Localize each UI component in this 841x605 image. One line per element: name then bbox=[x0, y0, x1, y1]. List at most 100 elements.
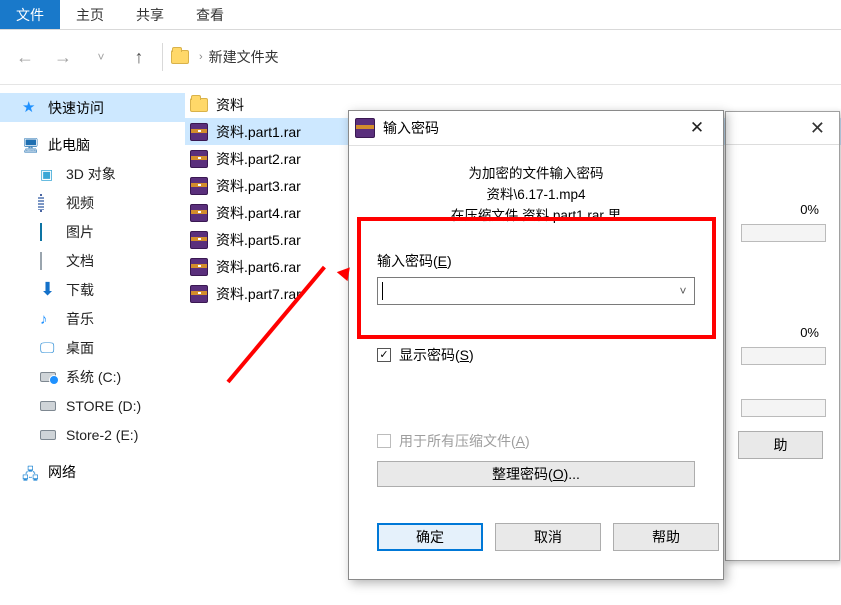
progress-bar-1 bbox=[741, 224, 826, 242]
show-password-checkbox[interactable]: ✓ 显示密码(S) bbox=[363, 345, 709, 365]
sidebar-item-documents[interactable]: 文档 bbox=[0, 246, 185, 275]
sidebar-item-label: 此电脑 bbox=[48, 135, 90, 155]
help-button[interactable]: 帮助 bbox=[613, 523, 719, 551]
winrar-icon bbox=[355, 118, 375, 138]
sidebar-nav: ★ 快速访问 🖥 此电脑 ▣ 3D 对象 视频 图片 文档 ⬇ 下载 ♪ bbox=[0, 85, 185, 605]
file-name: 资料.part2.rar bbox=[216, 149, 301, 169]
progress-percent-2: 0% bbox=[800, 325, 819, 340]
file-name: 资料.part4.rar bbox=[216, 203, 301, 223]
checkbox-icon bbox=[377, 434, 391, 448]
ok-button[interactable]: 确定 bbox=[377, 523, 483, 551]
sidebar-item-3dobjects[interactable]: ▣ 3D 对象 bbox=[0, 159, 185, 188]
sidebar-item-label: 下载 bbox=[66, 280, 94, 300]
sidebar-item-music[interactable]: ♪ 音乐 bbox=[0, 304, 185, 333]
star-icon: ★ bbox=[22, 100, 38, 116]
ribbon-tab-view[interactable]: 查看 bbox=[180, 0, 240, 29]
cube-icon: ▣ bbox=[40, 166, 56, 182]
sidebar-item-label: 3D 对象 bbox=[66, 164, 116, 184]
address-path[interactable]: › 新建文件夹 bbox=[171, 47, 279, 67]
organize-passwords-button[interactable]: 整理密码(O)... bbox=[377, 461, 695, 487]
address-bar: ← → ˅ ↑ › 新建文件夹 bbox=[0, 30, 841, 85]
sidebar-item-label: 音乐 bbox=[66, 309, 94, 329]
file-name: 资料.part7.rar bbox=[216, 284, 301, 304]
sidebar-item-label: 网络 bbox=[48, 462, 76, 482]
sidebar-item-drive-e[interactable]: Store-2 (E:) bbox=[0, 420, 185, 449]
folder-icon bbox=[190, 98, 208, 112]
file-name: 资料.part1.rar bbox=[216, 122, 301, 142]
cancel-button[interactable]: 取消 bbox=[495, 523, 601, 551]
archive-icon bbox=[190, 204, 208, 222]
picture-icon bbox=[40, 223, 42, 241]
music-icon: ♪ bbox=[40, 311, 56, 327]
progress-field bbox=[741, 399, 826, 417]
password-dialog: 输入密码 ✕ 为加密的文件输入密码 资料\6.17-1.mp4 在压缩文件 资料… bbox=[348, 110, 724, 580]
bg-help-button[interactable]: 助 bbox=[738, 431, 823, 459]
sidebar-item-pictures[interactable]: 图片 bbox=[0, 217, 185, 246]
dialog-titlebar: 输入密码 ✕ bbox=[349, 111, 723, 146]
checkbox-icon: ✓ bbox=[377, 348, 391, 362]
nav-back-icon[interactable]: ← bbox=[10, 47, 40, 68]
ribbon-tab-file[interactable]: 文件 bbox=[0, 0, 60, 29]
ribbon-tab-home[interactable]: 主页 bbox=[60, 0, 120, 29]
sidebar-item-label: 快速访问 bbox=[48, 98, 104, 118]
sidebar-item-thispc[interactable]: 🖥 此电脑 bbox=[0, 130, 185, 159]
sidebar-item-label: Store-2 (E:) bbox=[66, 427, 138, 443]
sidebar-item-label: 图片 bbox=[66, 222, 94, 242]
archive-icon bbox=[190, 285, 208, 303]
archive-icon bbox=[190, 123, 208, 141]
password-input-label: 输入密码(E) bbox=[363, 251, 709, 271]
drive-icon bbox=[40, 372, 56, 382]
sidebar-item-label: STORE (D:) bbox=[66, 398, 141, 414]
sidebar-item-quickaccess[interactable]: ★ 快速访问 bbox=[0, 93, 185, 122]
nav-forward-icon[interactable]: → bbox=[48, 47, 78, 68]
file-name: 资料 bbox=[216, 95, 244, 115]
dialog-title: 输入密码 bbox=[383, 118, 439, 138]
drive-icon bbox=[40, 430, 56, 440]
sidebar-item-drive-d[interactable]: STORE (D:) bbox=[0, 391, 185, 420]
archive-icon bbox=[190, 177, 208, 195]
close-icon[interactable]: ✕ bbox=[810, 118, 825, 139]
folder-icon bbox=[171, 50, 189, 64]
sidebar-item-videos[interactable]: 视频 bbox=[0, 188, 185, 217]
desktop-icon: 🖵 bbox=[40, 340, 56, 356]
download-icon: ⬇ bbox=[40, 282, 56, 298]
all-archives-checkbox: 用于所有压缩文件(A) bbox=[363, 431, 709, 451]
dialog-message-2: 资料\6.17-1.mp4 bbox=[363, 185, 709, 206]
sidebar-item-label: 桌面 bbox=[66, 338, 94, 358]
drive-icon bbox=[40, 401, 56, 411]
archive-icon bbox=[190, 231, 208, 249]
file-name: 资料.part3.rar bbox=[216, 176, 301, 196]
ribbon-tab-share[interactable]: 共享 bbox=[120, 0, 180, 29]
archive-icon bbox=[190, 150, 208, 168]
sidebar-item-label: 系统 (C:) bbox=[66, 367, 121, 387]
text-cursor bbox=[382, 282, 383, 300]
sidebar-item-network[interactable]: 🖧 网络 bbox=[0, 457, 185, 486]
checkbox-label: 用于所有压缩文件(A) bbox=[399, 431, 530, 451]
breadcrumb-folder[interactable]: 新建文件夹 bbox=[209, 47, 279, 67]
nav-up-icon[interactable]: ↑ bbox=[124, 47, 154, 68]
sidebar-item-label: 文档 bbox=[66, 251, 94, 271]
password-input[interactable]: ˅ bbox=[377, 277, 695, 305]
sidebar-item-downloads[interactable]: ⬇ 下载 bbox=[0, 275, 185, 304]
dialog-message-1: 为加密的文件输入密码 bbox=[363, 164, 709, 185]
dialog-message-3: 在压缩文件 资料.part1.rar 里 bbox=[363, 206, 709, 227]
ribbon-menubar: 文件 主页 共享 查看 bbox=[0, 0, 841, 30]
file-name: 资料.part6.rar bbox=[216, 257, 301, 277]
progress-bar-2 bbox=[741, 347, 826, 365]
sidebar-item-label: 视频 bbox=[66, 193, 94, 213]
sidebar-item-desktop[interactable]: 🖵 桌面 bbox=[0, 333, 185, 362]
breadcrumb-sep-icon: › bbox=[199, 51, 203, 63]
video-icon bbox=[40, 194, 42, 212]
nav-recent-icon[interactable]: ˅ bbox=[86, 50, 116, 64]
progress-dialog-background: ✕ 0% 0% 助 bbox=[725, 111, 840, 561]
progress-percent-1: 0% bbox=[800, 202, 819, 217]
chevron-down-icon[interactable]: ˅ bbox=[674, 280, 692, 302]
sidebar-item-drive-c[interactable]: 系统 (C:) bbox=[0, 362, 185, 391]
checkbox-label: 显示密码(S) bbox=[399, 345, 474, 365]
file-name: 资料.part5.rar bbox=[216, 230, 301, 250]
pc-icon: 🖥 bbox=[22, 137, 38, 153]
network-icon: 🖧 bbox=[22, 464, 38, 480]
document-icon bbox=[40, 252, 42, 270]
archive-icon bbox=[190, 258, 208, 276]
close-icon[interactable]: ✕ bbox=[677, 118, 717, 138]
